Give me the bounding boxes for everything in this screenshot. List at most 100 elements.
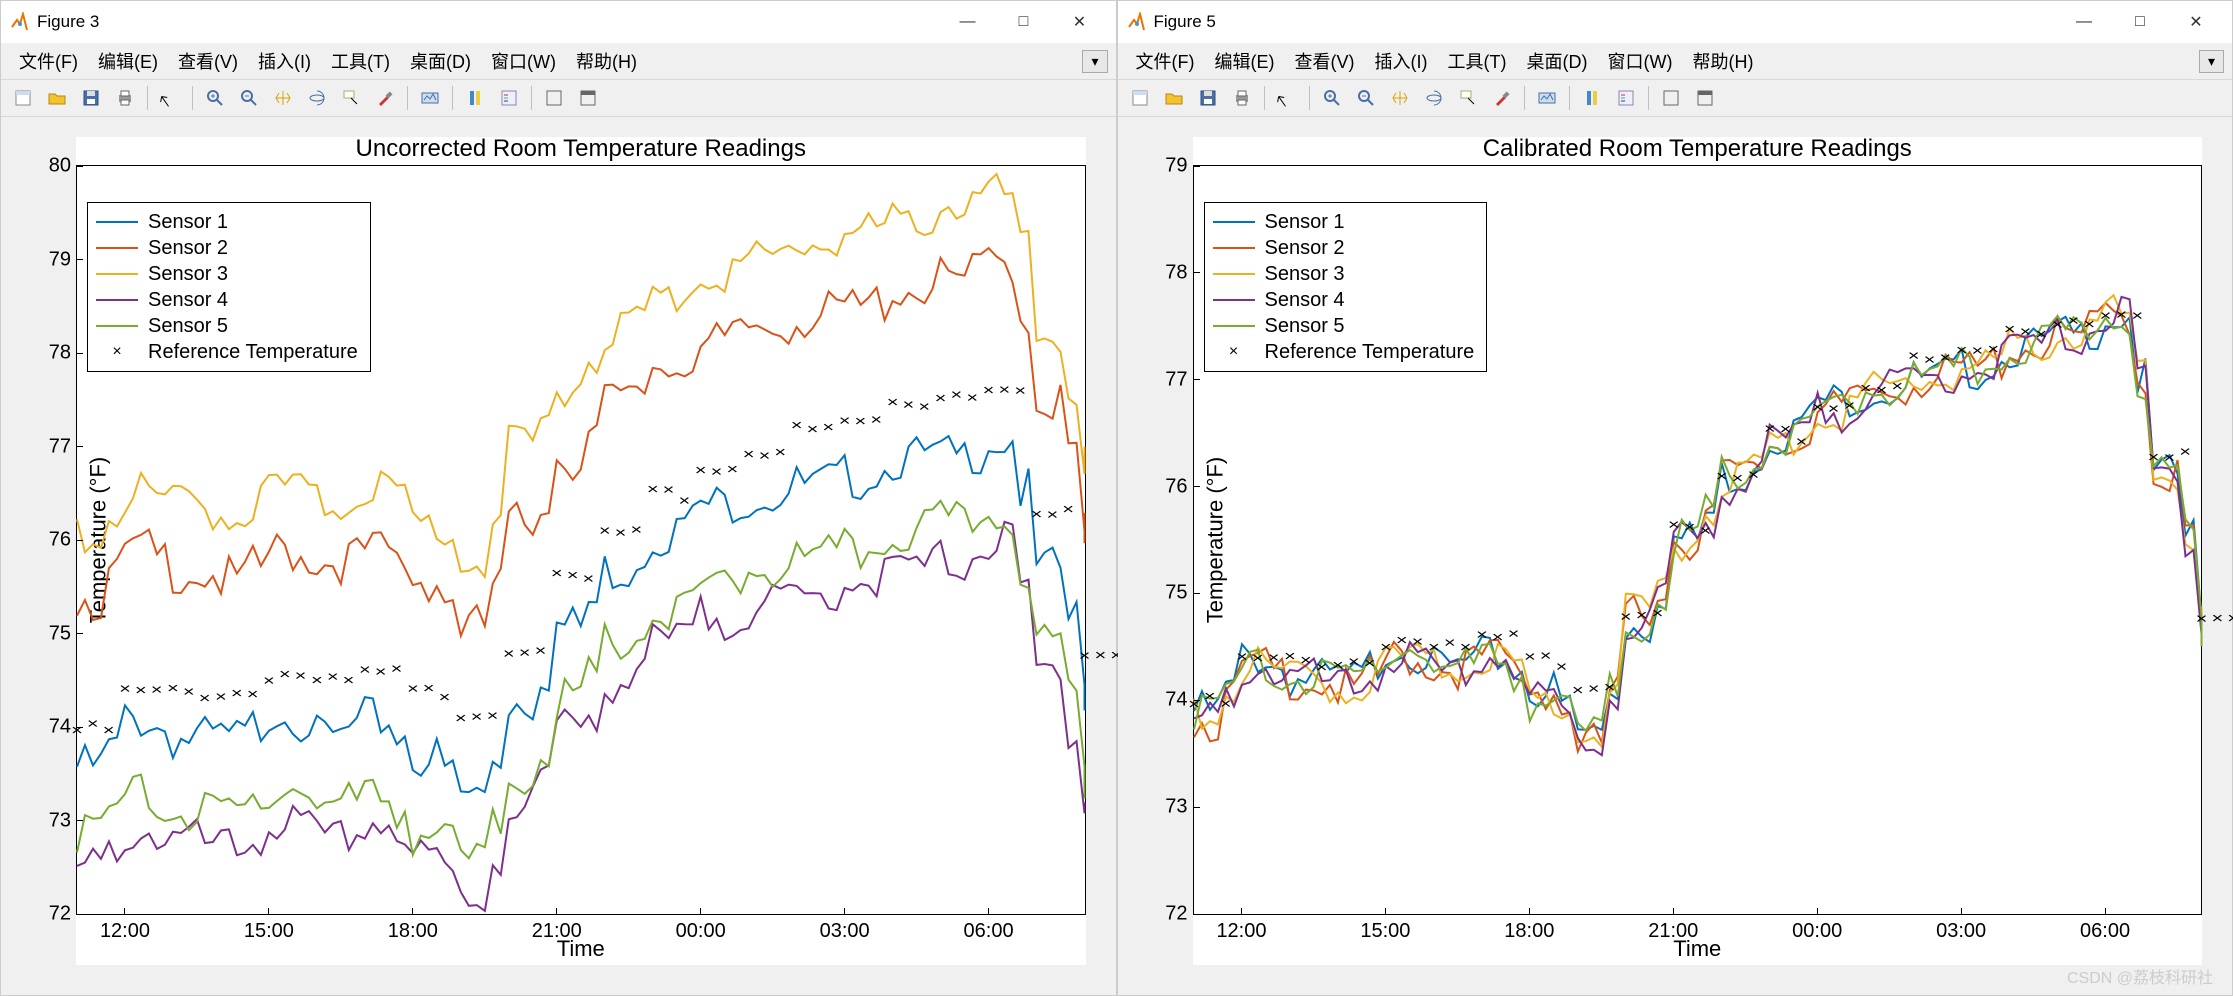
axes[interactable]: Temperature (°F) Time Sensor 1Sensor 2Se…: [76, 165, 1086, 915]
open-icon[interactable]: [1158, 83, 1190, 113]
titlebar[interactable]: Figure 3 — □ ✕: [1, 1, 1116, 43]
legend-entry[interactable]: Sensor 5: [96, 313, 358, 339]
rotate-3d-icon[interactable]: [301, 83, 333, 113]
hide-tools-icon[interactable]: [1655, 83, 1687, 113]
legend-entry[interactable]: ×Reference Temperature: [1213, 339, 1475, 365]
print-icon[interactable]: [109, 83, 141, 113]
chart-calibrated[interactable]: Calibrated Room Temperature Readings Tem…: [1193, 137, 2203, 965]
link-plot-icon[interactable]: [1531, 83, 1563, 113]
menu-edit[interactable]: 编辑(E): [88, 44, 168, 78]
minimize-button[interactable]: —: [2056, 1, 2112, 43]
menu-help[interactable]: 帮助(H): [566, 44, 647, 78]
chart-uncorrected[interactable]: Uncorrected Room Temperature Readings Te…: [76, 137, 1086, 965]
legend-marker: ×: [1213, 343, 1255, 361]
menu-file[interactable]: 文件(F): [9, 44, 88, 78]
reference-marker: ×: [1939, 349, 1951, 366]
open-icon[interactable]: [41, 83, 73, 113]
legend-marker: ×: [96, 343, 138, 361]
save-icon[interactable]: [1192, 83, 1224, 113]
reference-marker: ×: [1907, 347, 1919, 364]
menu-tools[interactable]: 工具(T): [1437, 44, 1516, 78]
legend[interactable]: Sensor 1Sensor 2Sensor 3Sensor 4Sensor 5…: [87, 202, 371, 372]
menu-help[interactable]: 帮助(H): [1682, 44, 1763, 78]
data-cursor-icon[interactable]: [335, 83, 367, 113]
legend-entry[interactable]: Sensor 3: [96, 261, 358, 287]
legend-icon[interactable]: [493, 83, 525, 113]
reference-marker: ×: [1987, 340, 1999, 357]
zoom-out-icon[interactable]: [233, 83, 265, 113]
series-line-sensor-5: [77, 501, 1085, 859]
reference-marker: ×: [247, 686, 259, 703]
edit-plot-icon[interactable]: [154, 83, 186, 113]
edit-plot-icon[interactable]: [1271, 83, 1303, 113]
reference-marker: ×: [471, 708, 483, 725]
close-button[interactable]: ✕: [2168, 1, 2224, 43]
zoom-in-icon[interactable]: [199, 83, 231, 113]
titlebar[interactable]: Figure 5 — □ ✕: [1118, 1, 2233, 43]
pan-icon[interactable]: [267, 83, 299, 113]
reference-marker: ×: [1363, 654, 1375, 671]
hide-tools-icon[interactable]: [538, 83, 570, 113]
legend-entry[interactable]: Sensor 5: [1213, 313, 1475, 339]
menu-insert[interactable]: 插入(I): [1364, 44, 1437, 78]
expand-toolbar-icon[interactable]: ▾: [2199, 50, 2224, 73]
link-plot-icon[interactable]: [414, 83, 446, 113]
reference-marker: ×: [215, 688, 227, 705]
reference-marker: ×: [1859, 380, 1871, 397]
zoom-out-icon[interactable]: [1350, 83, 1382, 113]
maximize-button[interactable]: □: [996, 1, 1052, 43]
rotate-3d-icon[interactable]: [1418, 83, 1450, 113]
menu-view[interactable]: 查看(V): [168, 44, 248, 78]
print-icon[interactable]: [1226, 83, 1258, 113]
legend-swatch: [96, 325, 138, 327]
legend-entry[interactable]: Sensor 3: [1213, 261, 1475, 287]
legend-entry[interactable]: Sensor 4: [1213, 287, 1475, 313]
minimize-button[interactable]: —: [940, 1, 996, 43]
colorbar-icon[interactable]: [459, 83, 491, 113]
maximize-button[interactable]: □: [2112, 1, 2168, 43]
reference-marker: ×: [135, 682, 147, 699]
reference-marker: ×: [1427, 638, 1439, 655]
brush-icon[interactable]: [369, 83, 401, 113]
legend-entry[interactable]: Sensor 2: [1213, 235, 1475, 261]
y-tick-label: 74: [1165, 689, 1187, 712]
legend-label: Sensor 4: [1265, 289, 1345, 312]
reference-marker: ×: [1475, 626, 1487, 643]
legend-swatch: [96, 299, 138, 301]
legend-entry[interactable]: ×Reference Temperature: [96, 339, 358, 365]
menu-edit[interactable]: 编辑(E): [1204, 44, 1284, 78]
brush-icon[interactable]: [1486, 83, 1518, 113]
legend-entry[interactable]: Sensor 1: [96, 209, 358, 235]
new-figure-icon[interactable]: [7, 83, 39, 113]
menu-tools[interactable]: 工具(T): [321, 44, 400, 78]
pan-icon[interactable]: [1384, 83, 1416, 113]
expand-toolbar-icon[interactable]: ▾: [1082, 50, 1107, 73]
axes[interactable]: Temperature (°F) Time Sensor 1Sensor 2Se…: [1193, 165, 2203, 915]
data-cursor-icon[interactable]: [1452, 83, 1484, 113]
legend-entry[interactable]: Sensor 1: [1213, 209, 1475, 235]
menu-desktop[interactable]: 桌面(D): [400, 44, 481, 78]
new-figure-icon[interactable]: [1124, 83, 1156, 113]
legend[interactable]: Sensor 1Sensor 2Sensor 3Sensor 4Sensor 5…: [1204, 202, 1488, 372]
colorbar-icon[interactable]: [1576, 83, 1608, 113]
reference-marker: ×: [678, 492, 690, 509]
close-button[interactable]: ✕: [1052, 1, 1108, 43]
menu-window[interactable]: 窗口(W): [1597, 44, 1682, 78]
legend-icon[interactable]: [1610, 83, 1642, 113]
y-tick-label: 76: [1165, 475, 1187, 498]
menu-window[interactable]: 窗口(W): [481, 44, 566, 78]
menu-insert[interactable]: 插入(I): [248, 44, 321, 78]
menu-view[interactable]: 查看(V): [1284, 44, 1364, 78]
matlab-logo-icon: [9, 12, 29, 32]
legend-entry[interactable]: Sensor 4: [96, 287, 358, 313]
dock-icon[interactable]: [1689, 83, 1721, 113]
x-tick-label: 03:00: [820, 920, 870, 943]
dock-icon[interactable]: [572, 83, 604, 113]
zoom-in-icon[interactable]: [1316, 83, 1348, 113]
legend-entry[interactable]: Sensor 2: [96, 235, 358, 261]
menu-file[interactable]: 文件(F): [1126, 44, 1205, 78]
save-icon[interactable]: [75, 83, 107, 113]
reference-marker: ×: [918, 398, 930, 415]
menu-desktop[interactable]: 桌面(D): [1516, 44, 1597, 78]
y-tick-label: 75: [1165, 582, 1187, 605]
